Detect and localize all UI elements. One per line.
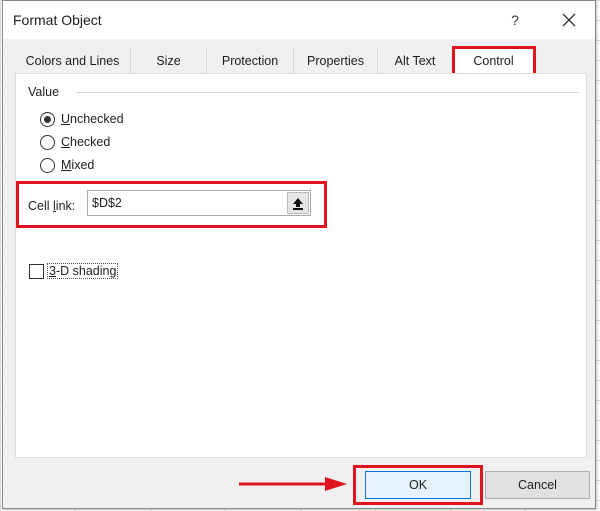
radio-mixed[interactable]: Mixed [40, 156, 94, 174]
close-icon [562, 13, 576, 27]
group-divider [76, 92, 579, 93]
radio-unchecked[interactable]: Unchecked [40, 110, 124, 128]
control-panel: Value Unchecked Checked Mixed Cell link:… [15, 73, 587, 458]
format-object-dialog: Format Object ? Colors and Lines Size Pr… [2, 0, 596, 509]
radio-label: Checked [61, 135, 111, 149]
tab-alt-text[interactable]: Alt Text [378, 48, 452, 74]
ok-button[interactable]: OK [365, 471, 471, 499]
tab-protection[interactable]: Protection [207, 48, 294, 74]
radio-button[interactable] [40, 134, 55, 150]
tab-colors-and-lines[interactable]: Colors and Lines [15, 48, 131, 74]
radio-button[interactable] [40, 111, 55, 127]
radio-button[interactable] [40, 157, 55, 173]
tab-properties[interactable]: Properties [294, 48, 378, 74]
cancel-button[interactable]: Cancel [485, 471, 590, 499]
3d-shading-label: 3-D shading [47, 263, 119, 279]
cell-link-label: Cell link: [28, 199, 76, 213]
title-bar: Format Object ? [3, 1, 595, 39]
tab-strip: Colors and Lines Size Protection Propert… [15, 46, 587, 76]
collapse-dialog-button[interactable] [287, 192, 309, 214]
radio-label: Unchecked [61, 112, 124, 126]
3d-shading-checkbox[interactable] [29, 263, 44, 279]
collapse-dialog-icon [293, 197, 303, 210]
dialog-title: Format Object [13, 12, 102, 28]
close-button[interactable] [556, 7, 582, 33]
value-group-label: Value [28, 85, 64, 99]
tab-size[interactable]: Size [131, 48, 207, 74]
cell-link-input[interactable] [87, 190, 311, 216]
radio-label: Mixed [61, 158, 95, 172]
radio-checked[interactable]: Checked [40, 133, 110, 151]
arrow-annotation-icon [239, 477, 347, 491]
help-button[interactable]: ? [503, 9, 527, 31]
3d-shading-option[interactable]: 3-D shading [29, 262, 119, 280]
tab-control[interactable]: Control [452, 46, 536, 76]
